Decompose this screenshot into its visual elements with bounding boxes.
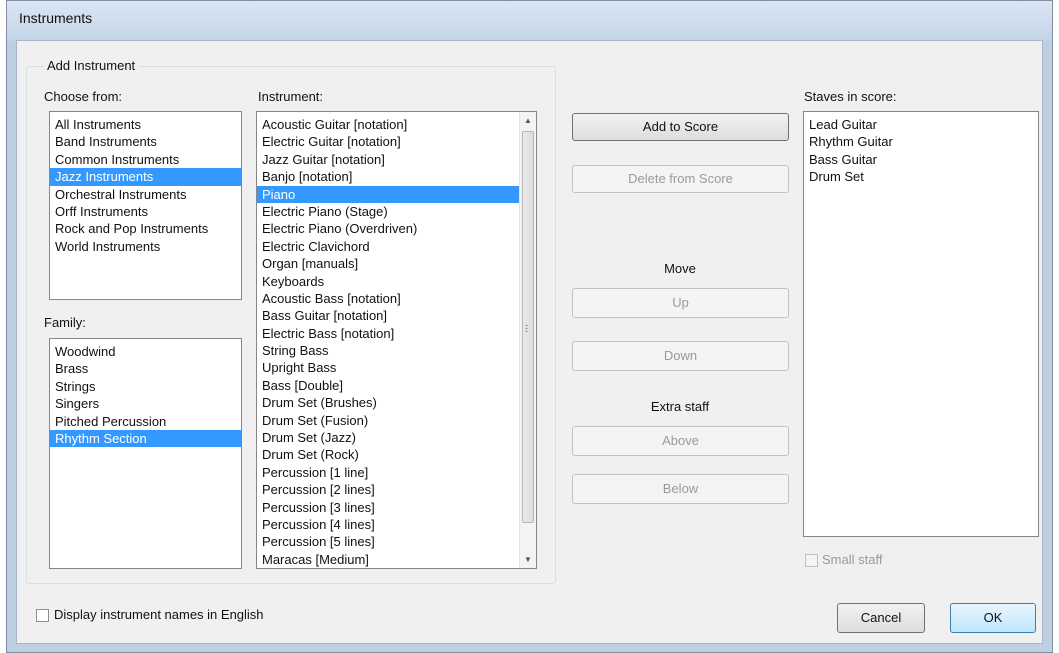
instrument-item[interactable]: Percussion [4 lines] — [257, 516, 519, 533]
choose-from-item[interactable]: Jazz Instruments — [50, 168, 241, 186]
staves-in-score-list[interactable]: Lead Guitar Rhythm Guitar Bass Guitar Drum … — [803, 111, 1039, 537]
add-instrument-group-label: Add Instrument — [44, 58, 139, 73]
english-names-checkbox[interactable] — [36, 609, 49, 622]
instrument-label: Instrument: — [258, 89, 324, 104]
instrument-item[interactable]: Drum Set (Jazz) — [257, 429, 519, 446]
grip-icon: --- — [525, 320, 528, 336]
choose-from-item[interactable]: Rock and Pop Instruments — [50, 220, 241, 237]
delete-from-score-button[interactable]: Delete from Score — [572, 165, 789, 193]
extra-staff-below-button[interactable]: Below — [572, 474, 789, 504]
english-names-label: Display instrument names in English — [54, 607, 264, 622]
family-item[interactable]: Brass — [50, 360, 241, 377]
scroll-up-arrow-icon[interactable]: ▲ — [520, 112, 536, 129]
instrument-list[interactable]: Acoustic Guitar [notation] Electric Guita… — [256, 111, 537, 569]
instrument-item[interactable]: Electric Bass [notation] — [257, 325, 519, 342]
family-item[interactable]: Strings — [50, 378, 241, 395]
choose-from-item[interactable]: Band Instruments — [50, 133, 241, 150]
family-item[interactable]: Woodwind — [50, 343, 241, 360]
instrument-item[interactable]: Upright Bass — [257, 359, 519, 376]
instrument-item[interactable]: String Bass — [257, 342, 519, 359]
window-title: Instruments — [19, 10, 93, 26]
ok-button[interactable]: OK — [950, 603, 1036, 633]
family-label: Family: — [44, 315, 86, 330]
instrument-item[interactable]: Maracas [Medium] — [257, 551, 519, 568]
choose-from-item[interactable]: Common Instruments — [50, 151, 241, 168]
scrollbar-thumb[interactable]: --- — [522, 131, 534, 523]
family-item[interactable]: Pitched Percussion — [50, 413, 241, 430]
choose-from-item[interactable]: Orff Instruments — [50, 203, 241, 220]
instrument-item[interactable]: Organ [manuals] — [257, 255, 519, 272]
instrument-item[interactable]: Percussion [2 lines] — [257, 481, 519, 498]
family-item[interactable]: Rhythm Section — [50, 429, 241, 448]
instrument-item[interactable]: Banjo [notation] — [257, 168, 519, 185]
scroll-down-arrow-icon[interactable]: ▼ — [520, 551, 536, 568]
instrument-item[interactable]: Drum Set (Brushes) — [257, 394, 519, 411]
staff-item[interactable]: Bass Guitar — [804, 151, 1038, 168]
instrument-item[interactable]: Percussion [5 lines] — [257, 533, 519, 550]
staff-item[interactable]: Lead Guitar — [804, 116, 1038, 133]
move-label: Move — [664, 261, 696, 276]
title-bar[interactable]: Instruments — [7, 1, 1052, 41]
choose-from-label: Choose from: — [44, 89, 123, 104]
choose-from-list[interactable]: All Instruments Band Instruments Common In… — [49, 111, 242, 300]
staff-item[interactable]: Drum Set — [804, 168, 1038, 185]
instrument-item[interactable]: Electric Piano (Stage) — [257, 203, 519, 220]
instrument-item[interactable]: Drum Set (Rock) — [257, 446, 519, 463]
instrument-item[interactable]: Drum Set (Fusion) — [257, 412, 519, 429]
staves-in-score-label: Staves in score: — [804, 89, 897, 104]
instrument-item[interactable]: Electric Clavichord — [257, 238, 519, 255]
instrument-item[interactable]: Bass [Double] — [257, 377, 519, 394]
instrument-item[interactable]: Electric Piano (Overdriven) — [257, 220, 519, 237]
choose-from-item[interactable]: All Instruments — [50, 116, 241, 133]
cancel-button[interactable]: Cancel — [837, 603, 925, 633]
add-to-score-button[interactable]: Add to Score — [572, 113, 789, 141]
choose-from-item[interactable]: Orchestral Instruments — [50, 186, 241, 203]
instrument-item[interactable]: Acoustic Bass [notation] — [257, 290, 519, 307]
small-staff-label: Small staff — [822, 552, 883, 567]
small-staff-checkbox[interactable] — [805, 554, 818, 567]
staff-item[interactable]: Rhythm Guitar — [804, 133, 1038, 150]
instrument-item[interactable]: Percussion [3 lines] — [257, 499, 519, 516]
instrument-list-scrollbar[interactable]: ▲ --- ▼ — [519, 112, 536, 568]
move-down-button[interactable]: Down — [572, 341, 789, 371]
move-up-button[interactable]: Up — [572, 288, 789, 318]
instrument-item[interactable]: Acoustic Guitar [notation] — [257, 116, 519, 133]
instrument-item[interactable]: Piano — [257, 185, 519, 203]
instrument-item[interactable]: Bass Guitar [notation] — [257, 307, 519, 324]
family-list[interactable]: Woodwind Brass Strings Singers Pitched Percu… — [49, 338, 242, 569]
family-item[interactable]: Singers — [50, 395, 241, 412]
extra-staff-label: Extra staff — [650, 399, 710, 414]
instrument-item[interactable]: Jazz Guitar [notation] — [257, 151, 519, 168]
instrument-item[interactable]: Percussion [1 line] — [257, 464, 519, 481]
extra-staff-above-button[interactable]: Above — [572, 426, 789, 456]
choose-from-item[interactable]: World Instruments — [50, 238, 241, 255]
instrument-item[interactable]: Keyboards — [257, 273, 519, 290]
instrument-item[interactable]: Electric Guitar [notation] — [257, 133, 519, 150]
